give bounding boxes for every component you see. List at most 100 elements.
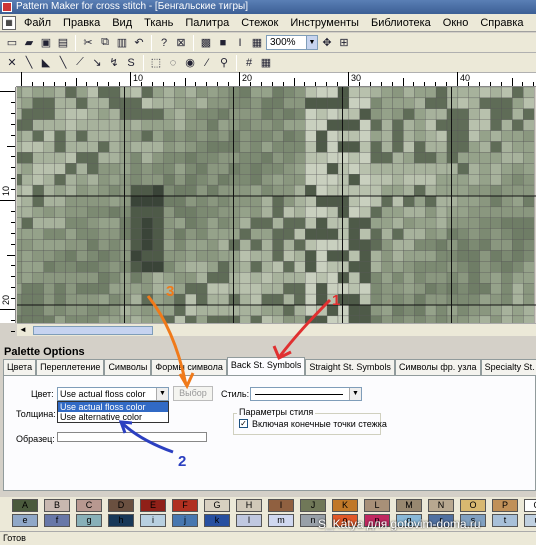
stitch-cell[interactable]	[490, 261, 502, 273]
stitch-cell[interactable]	[98, 195, 110, 208]
stitch-cell[interactable]	[87, 195, 99, 208]
swatch[interactable]: h	[108, 514, 134, 527]
stitch-cell[interactable]	[326, 152, 339, 164]
stitch-cell[interactable]	[512, 108, 524, 120]
stitch-cell[interactable]	[207, 97, 219, 109]
stitch-cell[interactable]	[54, 293, 66, 306]
stitch-cell[interactable]	[108, 239, 121, 251]
stitch-cell[interactable]	[239, 130, 251, 142]
stitch-cell[interactable]	[108, 108, 121, 120]
stitch-cell[interactable]	[21, 174, 33, 186]
stitch-cell[interactable]	[337, 184, 350, 197]
stitch-cell[interactable]	[435, 174, 448, 186]
stitch-cell[interactable]	[446, 261, 459, 273]
stitch-cell[interactable]	[316, 195, 328, 208]
stitch-cell[interactable]	[207, 315, 219, 323]
stitch-cell[interactable]	[250, 152, 262, 164]
stitch-cell[interactable]	[446, 152, 459, 164]
stitch-cell[interactable]	[294, 228, 306, 240]
stitch-cell[interactable]	[435, 250, 448, 262]
stitch-cell[interactable]	[294, 87, 306, 99]
stitch-cell[interactable]	[523, 206, 535, 218]
stitch-cell[interactable]	[239, 195, 251, 208]
stitch-cell[interactable]	[359, 272, 371, 284]
stitch-cell[interactable]	[523, 119, 535, 131]
stitch-cell[interactable]	[152, 195, 164, 208]
stitch-cell[interactable]	[479, 261, 491, 273]
stitch-cell[interactable]	[217, 195, 230, 208]
cut-icon[interactable]: ✂	[80, 35, 96, 51]
stitch-cell[interactable]	[98, 163, 110, 175]
stitch-cell[interactable]	[250, 141, 262, 153]
swatch[interactable]: I	[268, 499, 294, 512]
stitch-cell[interactable]	[98, 97, 110, 109]
stitch-cell[interactable]	[490, 152, 502, 164]
stitch-cell[interactable]	[130, 239, 142, 251]
eyedropper-icon[interactable]: ⁄	[199, 55, 215, 71]
stitch-cell[interactable]	[261, 315, 273, 323]
stitch-cell[interactable]	[261, 304, 273, 317]
stitch-cell[interactable]	[446, 141, 459, 153]
stitch-cell[interactable]	[523, 152, 535, 164]
help-icon[interactable]: ?	[156, 35, 172, 51]
stitch-cell[interactable]	[425, 228, 437, 240]
stitch-cell[interactable]	[239, 261, 251, 273]
stitch-cell[interactable]	[207, 272, 219, 284]
stitch-cell[interactable]	[54, 130, 66, 142]
stitch-cell[interactable]	[523, 184, 535, 197]
paste-icon[interactable]: ▥	[114, 35, 130, 51]
view-icon[interactable]: ⊞	[336, 35, 352, 51]
stitch-cell[interactable]	[414, 184, 426, 197]
stitch-cell[interactable]	[272, 108, 284, 120]
stitch-cell[interactable]	[174, 239, 186, 251]
stitch-cell[interactable]	[217, 206, 230, 218]
stitch-cell[interactable]	[305, 315, 317, 323]
scroll-left-icon[interactable]: ◄	[19, 325, 27, 334]
stitch-cell[interactable]	[512, 163, 524, 175]
stitch-cell[interactable]	[294, 152, 306, 164]
stitch-cell[interactable]	[479, 119, 491, 131]
swatch[interactable]: l	[236, 514, 262, 527]
stitch-cell[interactable]	[294, 195, 306, 208]
stitch-cell[interactable]	[207, 206, 219, 218]
stitch-cell[interactable]	[272, 174, 284, 186]
stitch-cell[interactable]	[98, 293, 110, 306]
stitch-cell[interactable]	[425, 250, 437, 262]
stitch-cell[interactable]	[370, 304, 382, 317]
stitch-cell[interactable]	[479, 87, 491, 99]
swatch[interactable]: K	[332, 499, 358, 512]
stitch-cell[interactable]	[370, 119, 382, 131]
menu-item-5[interactable]: Стежок	[235, 14, 284, 32]
stitch-cell[interactable]	[130, 228, 142, 240]
stitch-cell[interactable]	[32, 152, 44, 164]
stitch-cell[interactable]	[196, 184, 208, 197]
swatch[interactable]: B	[44, 499, 70, 512]
stitch-cell[interactable]	[305, 141, 317, 153]
stitch-cell[interactable]	[283, 195, 295, 208]
stitch-cell[interactable]	[98, 152, 110, 164]
stitch-cell[interactable]	[217, 97, 230, 109]
stitch-cell[interactable]	[381, 304, 393, 317]
stitch-cell[interactable]	[250, 283, 262, 295]
stitch-cell[interactable]	[272, 261, 284, 273]
stitch-cell[interactable]	[130, 272, 142, 284]
stitch-cell[interactable]	[217, 184, 230, 197]
stitch-cell[interactable]	[326, 250, 339, 262]
stitch-cell[interactable]	[283, 261, 295, 273]
menu-item-1[interactable]: Правка	[57, 14, 106, 32]
stitch-cell[interactable]	[141, 195, 153, 208]
palette-icon[interactable]: ▦	[258, 55, 274, 71]
stitch-cell[interactable]	[76, 283, 88, 295]
stitch-cell[interactable]	[468, 87, 480, 99]
stitch-cell[interactable]	[17, 108, 23, 120]
stitch-cell[interactable]	[370, 315, 382, 323]
stitch-cell[interactable]	[32, 141, 44, 153]
stitch-cell[interactable]	[348, 206, 360, 218]
stitch-cell[interactable]	[305, 293, 317, 306]
stitch-cell[interactable]	[17, 293, 23, 306]
stitch-cell[interactable]	[457, 272, 469, 284]
stitch-cell[interactable]	[326, 217, 339, 229]
stitch-cell[interactable]	[152, 272, 164, 284]
stitch-cell[interactable]	[468, 261, 480, 273]
stitch-cell[interactable]	[501, 250, 513, 262]
